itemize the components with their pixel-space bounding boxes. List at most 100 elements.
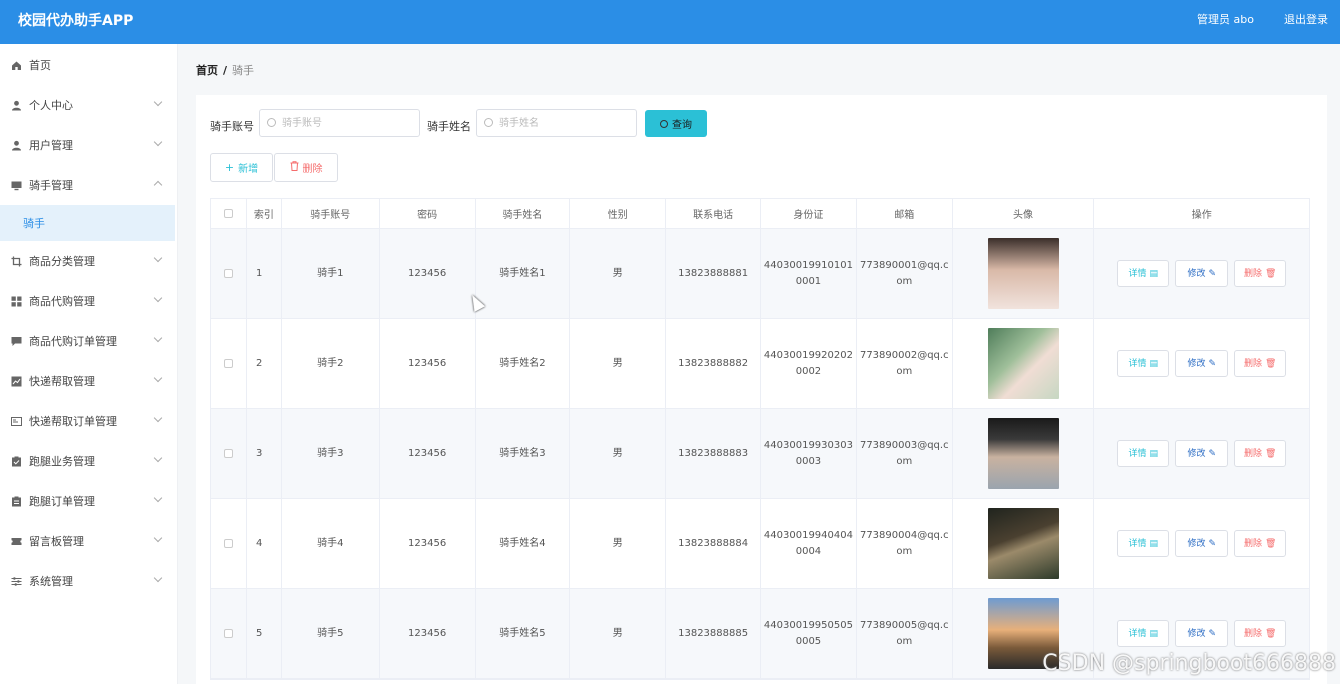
ticket-icon	[11, 536, 22, 547]
delete-button[interactable]: 删除 🗑	[1234, 350, 1287, 377]
sidebar-subitem-rider[interactable]: 骑手	[0, 205, 175, 241]
chevron-down-icon	[153, 253, 163, 263]
edit-button[interactable]: 修改 ✎	[1175, 620, 1229, 647]
cell-index: 4	[247, 499, 282, 588]
avatar[interactable]	[987, 508, 1059, 579]
delete-button[interactable]: 删除 🗑	[1234, 620, 1287, 647]
table-row: 4 骑手4 123456 骑手姓名4 男 13823888884 4403001…	[211, 499, 1309, 589]
sidebar-item-personal-center[interactable]: 个人中心	[0, 85, 177, 125]
row-checkbox[interactable]	[223, 629, 233, 638]
cell-password: 123456	[380, 409, 476, 498]
edit-button[interactable]: 修改 ✎	[1175, 530, 1229, 557]
crop-icon	[11, 256, 22, 267]
detail-button[interactable]: 详情 ▤	[1117, 620, 1170, 647]
pencil-icon: ✎	[1208, 358, 1216, 369]
sidebar-item-label: 系统管理	[29, 575, 73, 588]
cell-email: 773890002@qq.com	[857, 319, 953, 408]
chevron-down-icon	[153, 373, 163, 383]
delete-label: 删除	[1243, 268, 1262, 279]
cell-id-card: 440300199404040004	[761, 499, 857, 588]
name-search-input[interactable]	[499, 115, 629, 131]
cell-gender: 男	[570, 319, 667, 408]
sidebar-item-rider-management[interactable]: 骑手管理	[0, 165, 177, 205]
delete-button[interactable]: 删除 🗑	[1234, 530, 1287, 557]
rider-table: 索引 骑手账号 密码 骑手姓名 性别 联系电话 身份证 邮箱 头像 操作 1 骑…	[210, 198, 1310, 680]
cell-password: 123456	[380, 319, 476, 408]
sidebar-item-category-management[interactable]: 商品分类管理	[0, 241, 177, 281]
pencil-icon: ✎	[1208, 628, 1216, 639]
search-icon	[484, 118, 493, 127]
delete-button[interactable]: 删除 🗑	[1234, 440, 1287, 467]
cell-gender: 男	[570, 589, 667, 678]
edit-button[interactable]: 修改 ✎	[1175, 350, 1229, 377]
sidebar-item-express-management[interactable]: 快递帮取管理	[0, 361, 177, 401]
detail-label: 详情	[1128, 358, 1147, 369]
chevron-down-icon	[153, 97, 163, 107]
edit-label: 修改	[1187, 448, 1206, 459]
edit-label: 修改	[1187, 538, 1206, 549]
cell-gender: 男	[570, 409, 667, 498]
logout-link[interactable]: 退出登录	[1284, 11, 1328, 27]
add-button-label: 新增	[238, 164, 259, 175]
detail-button[interactable]: 详情 ▤	[1117, 530, 1170, 557]
plus-icon: +	[224, 161, 235, 174]
avatar[interactable]	[987, 418, 1059, 489]
cell-index: 5	[247, 589, 282, 678]
column-header: 操作	[1191, 210, 1212, 221]
delete-button[interactable]: 删除 🗑	[1234, 260, 1287, 287]
sidebar-item-message-board-management[interactable]: 留言板管理	[0, 521, 177, 561]
detail-button[interactable]: 详情 ▤	[1117, 350, 1170, 377]
pencil-icon: ✎	[1208, 538, 1216, 549]
breadcrumb-separator: /	[223, 64, 228, 77]
sidebar-item-label: 商品分类管理	[29, 255, 95, 268]
cell-name: 骑手姓名5	[476, 589, 571, 678]
sliders-icon	[11, 576, 22, 587]
sidebar-item-system-management[interactable]: 系统管理	[0, 561, 177, 601]
column-header: 骑手姓名	[476, 199, 571, 228]
breadcrumb-home[interactable]: 首页	[196, 64, 218, 77]
sidebar-item-express-order-management[interactable]: 快递帮取订单管理	[0, 401, 177, 441]
sidebar-item-purchase-order-management[interactable]: 商品代购订单管理	[0, 321, 177, 361]
row-checkbox[interactable]	[223, 359, 233, 368]
sidebar-item-errand-order-management[interactable]: 跑腿订单管理	[0, 481, 177, 521]
account-search-input[interactable]	[282, 115, 412, 131]
cell-phone: 13823888885	[666, 589, 762, 678]
chart-icon	[11, 376, 22, 387]
detail-button[interactable]: 详情 ▤	[1117, 440, 1170, 467]
select-all-checkbox[interactable]	[223, 209, 233, 218]
query-button[interactable]: 查询	[645, 110, 707, 137]
edit-label: 修改	[1187, 358, 1206, 369]
row-checkbox[interactable]	[223, 449, 233, 458]
trash-icon	[290, 161, 299, 174]
sidebar-item-purchase-management[interactable]: 商品代购管理	[0, 281, 177, 321]
avatar[interactable]	[987, 238, 1059, 309]
app-title: 校园代办助手APP	[18, 13, 134, 29]
top-header: 校园代办助手APP 管理员 abo 退出登录	[0, 0, 1340, 44]
sidebar-item-label: 用户管理	[29, 139, 73, 152]
row-checkbox[interactable]	[223, 539, 233, 548]
trash-icon: 🗑	[1265, 628, 1277, 639]
name-search-field[interactable]	[476, 109, 637, 137]
breadcrumb: 首页 / 骑手	[196, 62, 254, 78]
sidebar-item-user-management[interactable]: 用户管理	[0, 125, 177, 165]
row-checkbox[interactable]	[223, 269, 233, 278]
clipboard-icon	[11, 456, 22, 467]
chevron-up-icon	[153, 180, 163, 190]
account-search-field[interactable]	[259, 109, 420, 137]
sidebar-item-home[interactable]: 首页	[0, 45, 177, 85]
detail-button[interactable]: 详情 ▤	[1117, 260, 1170, 287]
avatar[interactable]	[987, 328, 1059, 399]
edit-button[interactable]: 修改 ✎	[1175, 440, 1229, 467]
add-button[interactable]: + 新增	[210, 153, 273, 182]
sidebar-item-label: 跑腿订单管理	[29, 495, 95, 508]
header-select-all[interactable]	[211, 199, 247, 228]
main-panel: 骑手账号 骑手姓名 查询 + 新增 删除 索引 骑手账号 密码 骑手姓名 性别 …	[196, 95, 1327, 684]
sidebar-item-errand-business-management[interactable]: 跑腿业务管理	[0, 441, 177, 481]
chevron-down-icon	[153, 413, 163, 423]
batch-delete-button[interactable]: 删除	[274, 153, 338, 182]
chat-icon	[11, 336, 22, 347]
edit-button[interactable]: 修改 ✎	[1175, 260, 1229, 287]
cell-account: 骑手3	[282, 409, 380, 498]
trash-icon: 🗑	[1265, 538, 1277, 549]
sidebar-item-label: 快递帮取管理	[29, 375, 95, 388]
